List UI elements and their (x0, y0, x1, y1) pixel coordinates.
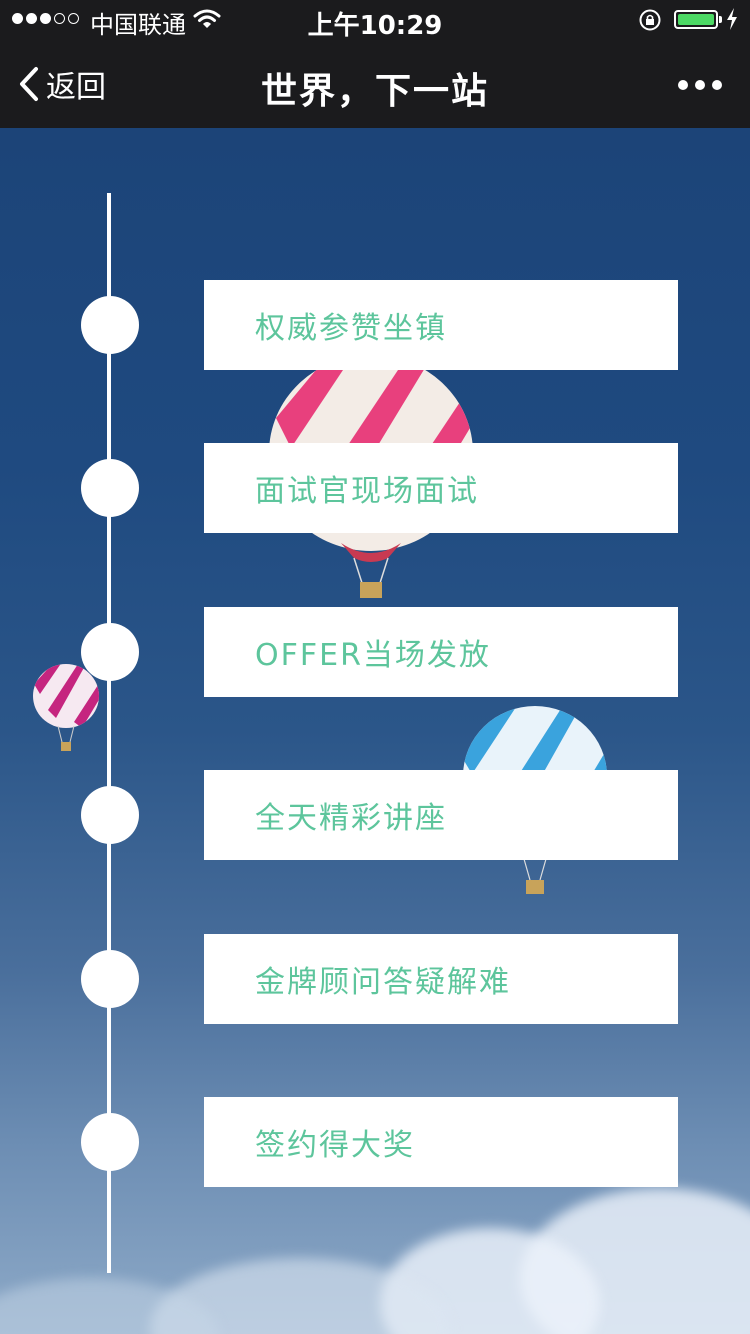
timeline-node (81, 786, 139, 844)
timeline-card[interactable]: 金牌顾问答疑解难 (204, 934, 678, 1024)
timeline-card-label: 全天精彩讲座 (255, 801, 447, 836)
timeline-card-label: 签约得大奖 (255, 1128, 415, 1163)
timeline-card-label: 权威参赞坐镇 (255, 311, 447, 346)
timeline-line (107, 193, 111, 1273)
timeline-card[interactable]: 签约得大奖 (204, 1097, 678, 1187)
timeline-node (81, 623, 139, 681)
battery-icon (674, 10, 722, 29)
charging-bolt-icon (727, 8, 737, 30)
timeline-card-label: 金牌顾问答疑解难 (255, 965, 511, 1000)
timeline-node (81, 296, 139, 354)
navigation-bar: 返回 世界，下一站 (0, 40, 750, 128)
timeline-node (81, 1113, 139, 1171)
orientation-lock-icon (639, 9, 661, 31)
timeline-card-label: OFFER当场发放 (255, 638, 491, 673)
timeline-node (81, 459, 139, 517)
timeline-card[interactable]: 权威参赞坐镇 (204, 280, 678, 370)
timeline-card-label: 面试官现场面试 (255, 474, 479, 509)
top-bar: 中国联通 上午10:29 返回 世界，下一站 (0, 0, 750, 128)
small-balloon-illustration (33, 664, 99, 751)
timeline-stage: 权威参赞坐镇 面试官现场面试 OFFER当场发放 全天精彩讲座 金牌顾问答疑解难… (0, 128, 750, 1334)
timeline-card[interactable]: OFFER当场发放 (204, 607, 678, 697)
page-title: 世界，下一站 (260, 71, 489, 112)
battery-level-fill (678, 14, 714, 25)
status-bar: 中国联通 上午10:29 (0, 0, 750, 41)
timeline-card[interactable]: 面试官现场面试 (204, 443, 678, 533)
timeline-node (81, 950, 139, 1008)
timeline-card[interactable]: 全天精彩讲座 (204, 770, 678, 860)
more-dots-icon[interactable] (678, 80, 722, 90)
